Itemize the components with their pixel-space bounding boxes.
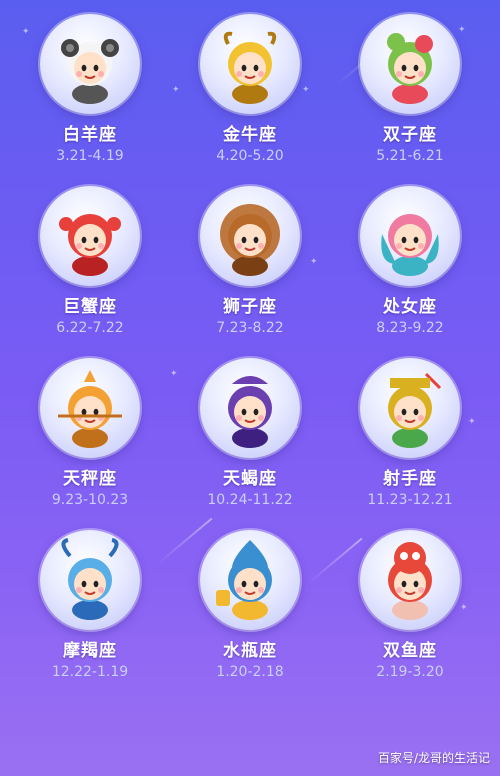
- zodiac-dates: 4.20-5.20: [216, 148, 284, 164]
- zodiac-name: 水瓶座: [223, 641, 277, 661]
- zodiac-item-aquarius[interactable]: 水瓶座 1.20-2.18: [170, 530, 330, 702]
- zodiac-name: 天蝎座: [223, 469, 277, 489]
- zodiac-dates: 2.19-3.20: [376, 664, 444, 680]
- zodiac-dates: 10.24-11.22: [207, 492, 293, 508]
- zodiac-dates: 6.22-7.22: [56, 320, 124, 336]
- zodiac-name: 射手座: [383, 469, 437, 489]
- zodiac-item-capricorn[interactable]: 摩羯座 12.22-1.19: [10, 530, 170, 702]
- zodiac-item-pisces[interactable]: 双鱼座 2.19-3.20: [330, 530, 490, 702]
- libra-mascot-icon[interactable]: [40, 358, 140, 458]
- zodiac-name: 巨蟹座: [63, 297, 117, 317]
- aquarius-mascot-icon[interactable]: [200, 530, 300, 630]
- zodiac-name: 处女座: [383, 297, 437, 317]
- zodiac-grid: 白羊座 3.21-4.19 金牛座 4.20-5.20 双子座 5.21-6.21: [10, 14, 490, 702]
- zodiac-item-aries[interactable]: 白羊座 3.21-4.19: [10, 14, 170, 186]
- zodiac-dates: 8.23-9.22: [376, 320, 444, 336]
- zodiac-name: 双鱼座: [383, 641, 437, 661]
- scorpio-mascot-icon[interactable]: [200, 358, 300, 458]
- virgo-mascot-icon[interactable]: [360, 186, 460, 286]
- zodiac-item-virgo[interactable]: 处女座 8.23-9.22: [330, 186, 490, 358]
- capricorn-mascot-icon[interactable]: [40, 530, 140, 630]
- zodiac-item-leo[interactable]: 狮子座 7.23-8.22: [170, 186, 330, 358]
- zodiac-dates: 1.20-2.18: [216, 664, 284, 680]
- zodiac-dates: 12.22-1.19: [51, 664, 129, 680]
- sagittarius-mascot-icon[interactable]: [360, 358, 460, 458]
- zodiac-item-gemini[interactable]: 双子座 5.21-6.21: [330, 14, 490, 186]
- zodiac-item-cancer[interactable]: 巨蟹座 6.22-7.22: [10, 186, 170, 358]
- zodiac-dates: 3.21-4.19: [56, 148, 124, 164]
- aries-mascot-icon[interactable]: [40, 14, 140, 114]
- zodiac-item-taurus[interactable]: 金牛座 4.20-5.20: [170, 14, 330, 186]
- zodiac-name: 金牛座: [223, 125, 277, 145]
- gemini-mascot-icon[interactable]: [360, 14, 460, 114]
- zodiac-name: 天秤座: [63, 469, 117, 489]
- zodiac-dates: 11.23-12.21: [367, 492, 453, 508]
- pisces-mascot-icon[interactable]: [360, 530, 460, 630]
- leo-mascot-icon[interactable]: [200, 186, 300, 286]
- zodiac-name: 双子座: [383, 125, 437, 145]
- zodiac-name: 狮子座: [223, 297, 277, 317]
- zodiac-item-scorpio[interactable]: 天蝎座 10.24-11.22: [170, 358, 330, 530]
- cancer-mascot-icon[interactable]: [40, 186, 140, 286]
- zodiac-name: 白羊座: [63, 125, 117, 145]
- zodiac-dates: 5.21-6.21: [376, 148, 444, 164]
- zodiac-dates: 9.23-10.23: [51, 492, 129, 508]
- zodiac-dates: 7.23-8.22: [216, 320, 284, 336]
- zodiac-name: 摩羯座: [63, 641, 117, 661]
- zodiac-item-libra[interactable]: 天秤座 9.23-10.23: [10, 358, 170, 530]
- taurus-mascot-icon[interactable]: [200, 14, 300, 114]
- watermark: 百家号/龙哥的生活记: [377, 751, 490, 765]
- zodiac-item-sagittarius[interactable]: 射手座 11.23-12.21: [330, 358, 490, 530]
